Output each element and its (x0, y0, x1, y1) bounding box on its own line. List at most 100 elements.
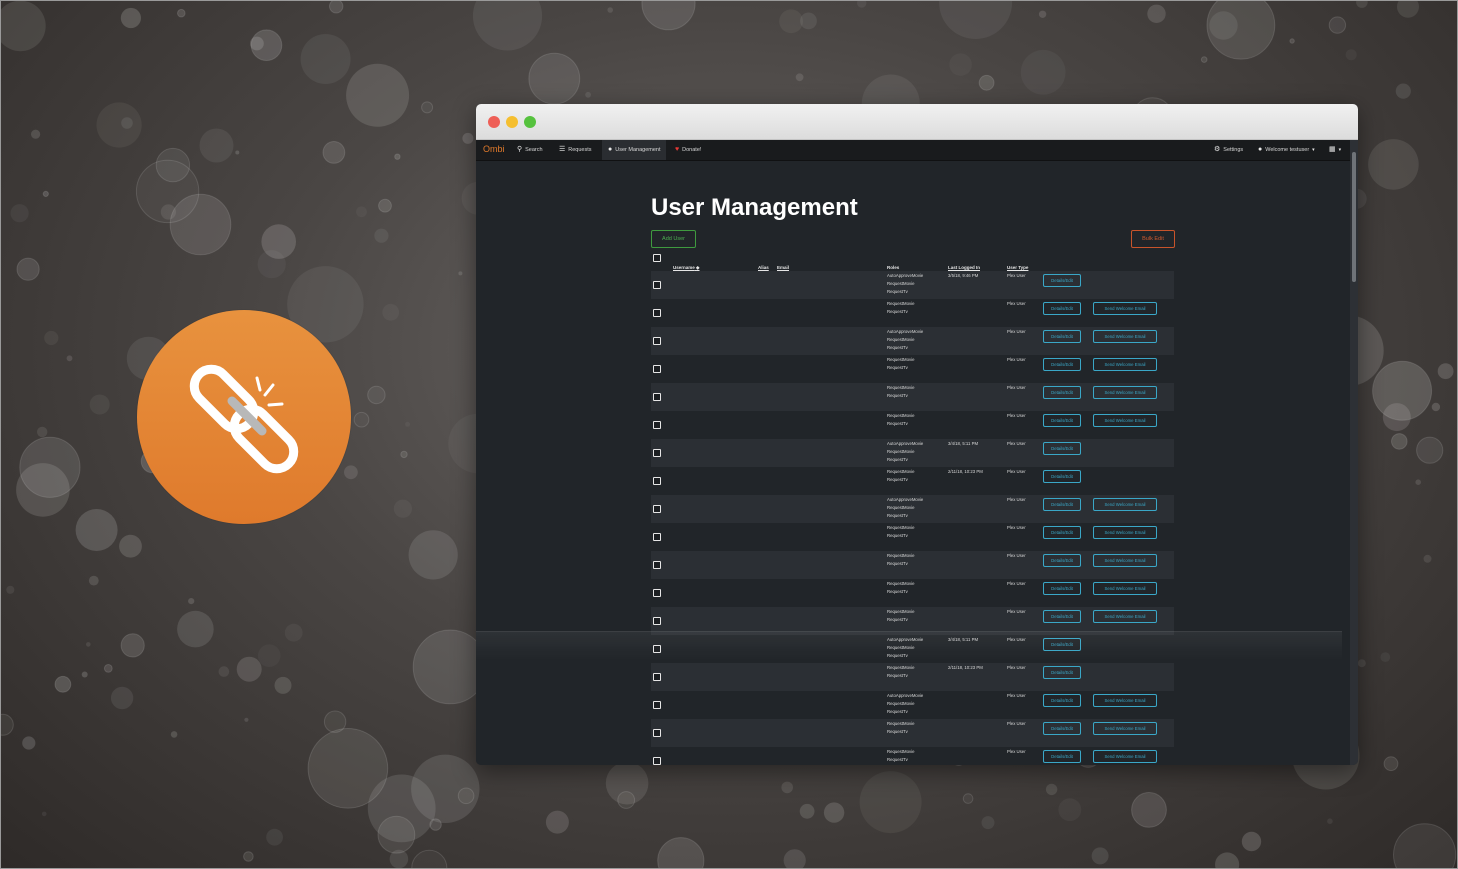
details-edit-button[interactable]: Details/Edit (1043, 582, 1081, 595)
row-checkbox[interactable] (653, 505, 661, 513)
details-edit-button[interactable]: Details/Edit (1043, 414, 1081, 427)
nav-user-management[interactable]: ● User Management (602, 140, 667, 160)
role-label: RequestMovie (887, 301, 915, 306)
details-edit-button[interactable]: Details/Edit (1043, 694, 1081, 707)
close-dot[interactable] (488, 116, 500, 128)
roles-cell: RequestMovie RequestTv (887, 384, 914, 400)
details-edit-button[interactable]: Details/Edit (1043, 470, 1081, 483)
row-checkbox[interactable] (653, 337, 661, 345)
roles-cell: RequestMovie RequestTv (887, 356, 914, 372)
send-welcome-email-button[interactable]: Send Welcome Email (1093, 694, 1157, 707)
details-edit-button[interactable]: Details/Edit (1043, 638, 1081, 651)
nav-search[interactable]: ⚲ Search (517, 140, 543, 160)
details-edit-button[interactable]: Details/Edit (1043, 666, 1081, 679)
header-user-type[interactable]: User Type (1007, 265, 1028, 270)
send-welcome-email-button[interactable]: Send Welcome Email (1093, 414, 1157, 427)
row-checkbox[interactable] (653, 757, 661, 765)
roles-cell: RequestMovie RequestTv (887, 748, 914, 764)
send-welcome-email-button[interactable]: Send Welcome Email (1093, 330, 1157, 343)
details-edit-button[interactable]: Details/Edit (1043, 386, 1081, 399)
row-checkbox[interactable] (653, 617, 661, 625)
brand-logo[interactable]: Ombi (483, 144, 505, 154)
details-edit-button[interactable]: Details/Edit (1043, 442, 1081, 455)
nav-user-management-label: User Management (615, 147, 661, 153)
header-alias[interactable]: Alias (758, 265, 769, 270)
table-row: AutoApproveMovie RequestMovie RequestTv Ple… (651, 495, 1174, 523)
bokeh-circle (1091, 847, 1109, 865)
bokeh-circle (978, 74, 995, 91)
header-email[interactable]: Email (777, 265, 789, 270)
role-label: RequestMovie (887, 749, 915, 754)
send-welcome-email-button[interactable]: Send Welcome Email (1093, 722, 1157, 735)
details-edit-button[interactable]: Details/Edit (1043, 526, 1081, 539)
send-welcome-email-button[interactable]: Send Welcome Email (1093, 358, 1157, 371)
send-welcome-email-button[interactable]: Send Welcome Email (1093, 498, 1157, 511)
bokeh-circle (411, 849, 448, 869)
bokeh-circle (408, 530, 458, 580)
row-checkbox[interactable] (653, 449, 661, 457)
add-user-button[interactable]: Add User (651, 230, 696, 248)
row-checkbox[interactable] (653, 645, 661, 653)
bokeh-circle (244, 717, 249, 722)
bulk-edit-button[interactable]: Bulk Edit (1131, 230, 1175, 248)
nav-requests[interactable]: ☰ Requests (559, 140, 592, 160)
role-label: RequestTv (887, 513, 908, 518)
row-checkbox[interactable] (653, 561, 661, 569)
sort-icon: ◆ (696, 265, 700, 270)
bokeh-circle (393, 499, 412, 518)
role-label: RequestMovie (887, 609, 915, 614)
bokeh-circle (779, 9, 803, 34)
send-welcome-email-button[interactable]: Send Welcome Email (1093, 610, 1157, 623)
details-edit-button[interactable]: Details/Edit (1043, 302, 1081, 315)
role-label: RequestMovie (887, 665, 915, 670)
bokeh-circle (323, 710, 347, 733)
send-welcome-email-button[interactable]: Send Welcome Email (1093, 386, 1157, 399)
bokeh-circle (472, 0, 543, 51)
details-edit-button[interactable]: Details/Edit (1043, 358, 1081, 371)
row-checkbox[interactable] (653, 701, 661, 709)
role-label: RequestTv (887, 709, 908, 714)
user-type-cell: Plex User (1007, 693, 1026, 698)
row-checkbox[interactable] (653, 533, 661, 541)
send-welcome-email-button[interactable]: Send Welcome Email (1093, 582, 1157, 595)
role-label: AutoApproveMovie (887, 273, 924, 278)
select-all-checkbox[interactable] (653, 254, 661, 262)
details-edit-button[interactable]: Details/Edit (1043, 554, 1081, 567)
scrollbar-thumb[interactable] (1352, 152, 1356, 282)
send-welcome-email-button[interactable]: Send Welcome Email (1093, 750, 1157, 763)
maximize-dot[interactable] (524, 116, 536, 128)
nav-user-menu[interactable]: ● Welcome testuser ▾ (1258, 140, 1315, 160)
nav-settings[interactable]: ⚙ Settings (1214, 140, 1243, 160)
nav-language[interactable]: ▦ ▾ (1329, 140, 1341, 160)
roles-cell: RequestMovie RequestTv (887, 468, 914, 484)
details-edit-button[interactable]: Details/Edit (1043, 330, 1081, 343)
details-edit-button[interactable]: Details/Edit (1043, 722, 1081, 735)
row-checkbox[interactable] (653, 365, 661, 373)
nav-search-label: Search (525, 147, 543, 153)
row-checkbox[interactable] (653, 729, 661, 737)
details-edit-button[interactable]: Details/Edit (1043, 498, 1081, 511)
minimize-dot[interactable] (506, 116, 518, 128)
user-type-cell: Plex User (1007, 273, 1026, 278)
row-checkbox[interactable] (653, 309, 661, 317)
send-welcome-email-button[interactable]: Send Welcome Email (1093, 554, 1157, 567)
details-edit-button[interactable]: Details/Edit (1043, 274, 1081, 287)
scrollbar[interactable] (1350, 140, 1358, 765)
row-checkbox[interactable] (653, 477, 661, 485)
header-last-logged-in[interactable]: Last Logged In (948, 265, 980, 270)
send-welcome-email-button[interactable]: Send Welcome Email (1093, 526, 1157, 539)
bokeh-circle (22, 736, 36, 750)
bokeh-circle (243, 851, 254, 862)
details-edit-button[interactable]: Details/Edit (1043, 750, 1081, 763)
row-checkbox[interactable] (653, 393, 661, 401)
row-checkbox[interactable] (653, 281, 661, 289)
row-checkbox[interactable] (653, 589, 661, 597)
send-welcome-email-button[interactable]: Send Welcome Email (1093, 302, 1157, 315)
bokeh-circle (257, 644, 281, 667)
row-checkbox[interactable] (653, 421, 661, 429)
user-type-cell: Plex User (1007, 749, 1026, 754)
bokeh-circle (236, 656, 262, 682)
nav-donate[interactable]: ♥ Donate! (675, 140, 701, 160)
details-edit-button[interactable]: Details/Edit (1043, 610, 1081, 623)
row-checkbox[interactable] (653, 673, 661, 681)
